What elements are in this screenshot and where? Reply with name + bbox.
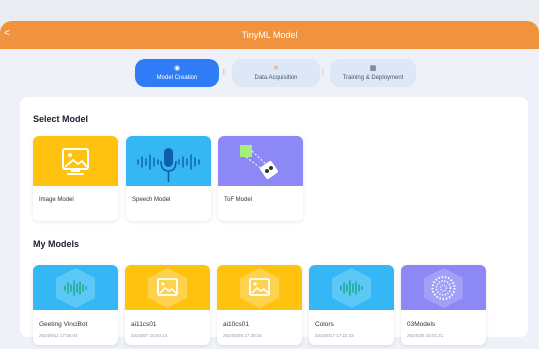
model-name: 03Models xyxy=(407,321,436,328)
back-icon[interactable]: < xyxy=(4,28,10,39)
card-thumbnail xyxy=(401,265,486,310)
model-card[interactable]: Colors 2024/5/17 17:22:43 xyxy=(309,265,394,345)
model-date: 2024/5/29 17:30:34 xyxy=(223,333,262,338)
card-thumbnail xyxy=(125,265,210,310)
select-model-heading: Select Model xyxy=(33,114,89,124)
card-thumbnail xyxy=(33,265,118,310)
image-icon xyxy=(62,148,89,175)
speech-model-card[interactable]: Speech Model xyxy=(126,136,211,221)
model-card[interactable]: Geeting VinciBot 2024/9/11 17:56:04 xyxy=(33,265,118,345)
step-bar: ◉ Model Creation | ✕ Data Acquisition | … xyxy=(0,59,539,87)
card-thumbnail xyxy=(33,136,118,186)
model-date: 2024/9/11 17:56:04 xyxy=(39,333,78,338)
model-date: 2024/8/7 16:53:14 xyxy=(131,333,168,338)
model-card[interactable]: ai11cs01 2024/8/7 16:53:14 xyxy=(125,265,210,345)
step-separator: | xyxy=(223,69,225,76)
step-model-creation[interactable]: ◉ Model Creation xyxy=(135,59,219,87)
card-thumbnail xyxy=(126,136,211,186)
model-name: Geeting VinciBot xyxy=(39,321,88,328)
card-label: Speech Model xyxy=(132,197,171,203)
step-training-deployment[interactable]: ▦ Training & Deployment xyxy=(330,59,416,87)
image-icon xyxy=(240,268,279,308)
window-title: TinyML Model xyxy=(241,30,298,40)
card-thumbnail xyxy=(217,265,302,310)
card-label: ToF Model xyxy=(224,197,253,203)
model-name: ai11cs01 xyxy=(131,321,157,328)
model-card[interactable]: 03Models 2024/2/5 15:01:21 xyxy=(401,265,486,345)
card-thumbnail xyxy=(309,265,394,310)
image-model-card[interactable]: Image Model xyxy=(33,136,118,221)
waveform-icon xyxy=(56,268,95,308)
step-label: Data Acquisition xyxy=(254,75,298,81)
step-label: Training & Deployment xyxy=(342,75,404,81)
microphone-icon xyxy=(137,148,200,182)
grid-icon: ▦ xyxy=(369,65,377,72)
tof-model-card[interactable]: ToF Model xyxy=(218,136,303,221)
image-icon xyxy=(148,268,187,308)
waveform-icon xyxy=(332,268,371,308)
my-models-heading: My Models xyxy=(33,239,80,249)
model-date: 2024/5/17 17:22:43 xyxy=(315,333,354,338)
model-card[interactable]: ai10cs01 2024/5/29 17:30:34 xyxy=(217,265,302,345)
model-name: Colors xyxy=(315,321,334,328)
step-separator: | xyxy=(322,69,324,76)
model-name: ai10cs01 xyxy=(223,321,250,328)
card-thumbnail xyxy=(218,136,303,186)
step-data-acquisition[interactable]: ✕ Data Acquisition xyxy=(232,59,320,87)
target-icon: ◉ xyxy=(173,65,181,72)
model-date: 2024/2/5 15:01:21 xyxy=(407,333,444,338)
data-icon: ✕ xyxy=(273,65,279,72)
tof-sensor-icon xyxy=(240,145,278,179)
card-label: Image Model xyxy=(39,197,74,203)
dot-circle-icon xyxy=(424,268,463,308)
title-bar: < TinyML Model xyxy=(0,21,539,49)
step-label: Model Creation xyxy=(156,75,198,81)
